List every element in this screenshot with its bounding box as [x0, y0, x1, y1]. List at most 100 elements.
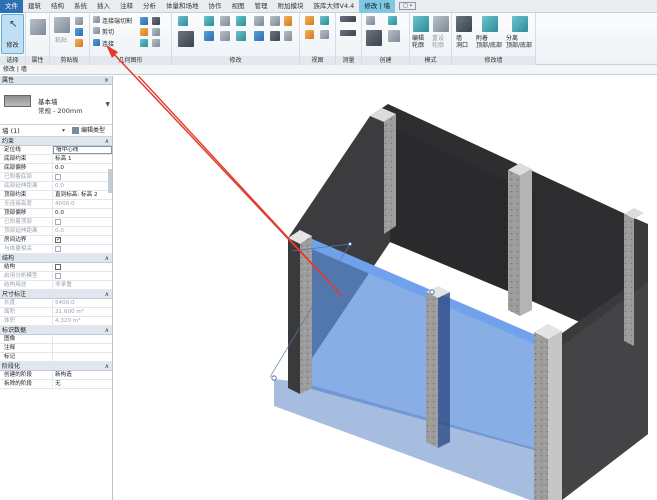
modify-button[interactable]: ↖ 修改	[1, 14, 24, 54]
mirror-axis-icon[interactable]	[220, 16, 230, 26]
copy-element-icon[interactable]	[204, 31, 214, 41]
column-back-right[interactable]	[624, 214, 634, 346]
cope-icon[interactable]	[93, 16, 100, 23]
instance-filter[interactable]: 墙 (1) ▾ 编辑类型	[0, 125, 112, 137]
property-value[interactable]: 新构造	[53, 371, 112, 379]
checkbox[interactable]	[55, 263, 61, 270]
menu-tab-4[interactable]: 插入	[92, 0, 115, 13]
override-graphics-icon[interactable]	[320, 16, 329, 25]
group-header[interactable]: 约束 ∧	[0, 137, 112, 146]
property-value[interactable]: 无	[53, 380, 112, 388]
instance-dropdown-icon[interactable]: ▾	[62, 125, 65, 137]
offset-icon[interactable]	[204, 16, 214, 26]
column-front-mid[interactable]	[426, 292, 438, 448]
menu-tab-6[interactable]: 分析	[138, 0, 161, 13]
group-header[interactable]: 阶段化 ∧	[0, 362, 112, 371]
ribbon-toggle-icon[interactable]: □ •	[399, 2, 417, 10]
join-geometry-icon[interactable]	[93, 39, 100, 46]
menu-tab-13[interactable]: 修改 | 墙	[359, 0, 396, 13]
menu-tab-11[interactable]: 附加模块	[273, 0, 309, 13]
property-value[interactable]: 直到标高: 标高 2	[53, 191, 112, 199]
group-header[interactable]: 结构 ∧	[0, 254, 112, 263]
create-similar-icon[interactable]	[388, 30, 400, 42]
create-group-icon[interactable]	[388, 16, 397, 25]
property-value[interactable]: 0.0	[53, 209, 112, 217]
property-value[interactable]	[53, 236, 112, 244]
join-label[interactable]: 连接	[102, 39, 114, 48]
attach-label[interactable]: 附着 顶部/底部	[476, 35, 502, 49]
collapse-icon[interactable]: ∧	[105, 290, 109, 299]
detach-icon[interactable]	[512, 16, 528, 32]
pin-icon[interactable]	[270, 31, 280, 41]
measure-icon[interactable]	[340, 16, 356, 22]
menu-tab-9[interactable]: 视图	[227, 0, 250, 13]
collapse-icon[interactable]: ∧	[105, 326, 109, 335]
edit-type-button[interactable]: 编辑类型	[72, 125, 105, 137]
column-back-left[interactable]	[384, 114, 396, 234]
hammer-icon[interactable]	[152, 39, 160, 47]
property-value[interactable]: 标高 1	[53, 155, 112, 163]
attach-icon[interactable]	[482, 16, 498, 32]
copy-icon[interactable]	[75, 28, 83, 36]
lightbulb-icon[interactable]	[305, 16, 314, 25]
property-value[interactable]	[53, 353, 112, 361]
group-header[interactable]: 标识数据 ∧	[0, 326, 112, 335]
property-value[interactable]	[53, 263, 112, 271]
detach-label[interactable]: 分离 顶部/底部	[506, 35, 532, 49]
menu-tab-10[interactable]: 管理	[250, 0, 273, 13]
menu-tab-8[interactable]: 协作	[204, 0, 227, 13]
paint-icon[interactable]	[140, 28, 148, 36]
split-face-icon[interactable]	[140, 17, 148, 25]
move-icon[interactable]	[178, 31, 194, 47]
create-assembly-icon[interactable]	[366, 16, 375, 25]
delete-icon[interactable]	[284, 31, 292, 41]
edit-profile-icon[interactable]	[413, 16, 429, 32]
create-parts-icon[interactable]	[366, 30, 382, 46]
reset-profile-label[interactable]: 重设 轮廓	[432, 35, 444, 49]
match-type-icon[interactable]	[75, 39, 83, 47]
menu-tab-1[interactable]: 建筑	[23, 0, 46, 13]
collapse-icon[interactable]: ∧	[105, 362, 109, 371]
menu-tab-3[interactable]: 系统	[69, 0, 92, 13]
group-header[interactable]: 尺寸标注 ∧	[0, 290, 112, 299]
edit-profile-label[interactable]: 编辑 轮廓	[412, 35, 424, 49]
remove-paint-icon[interactable]	[140, 39, 148, 47]
properties-icon[interactable]	[30, 19, 46, 35]
wall-opening-label[interactable]: 墙 洞口	[456, 35, 468, 49]
align-icon[interactable]	[178, 16, 188, 26]
demolish-icon[interactable]	[152, 28, 160, 36]
column-front-right[interactable]	[534, 332, 548, 500]
chevron-down-icon[interactable]: ▼	[105, 101, 110, 108]
menu-tab-0[interactable]: 文件	[0, 0, 23, 13]
type-selector[interactable]: 基本墙 常规 - 200mm ▼	[0, 85, 112, 125]
collapse-icon[interactable]: ∧	[105, 137, 109, 146]
split-icon[interactable]	[254, 16, 264, 26]
rotate-icon[interactable]	[220, 31, 230, 41]
cut-clip-icon[interactable]	[75, 17, 83, 25]
reset-profile-icon[interactable]	[433, 16, 449, 32]
3d-model-view[interactable]	[114, 76, 657, 500]
linework-icon[interactable]	[320, 30, 329, 39]
paste-icon[interactable]	[54, 17, 70, 33]
unpin-icon[interactable]	[284, 16, 292, 26]
property-value[interactable]: 0.0	[53, 164, 112, 172]
dimension-icon[interactable]	[340, 30, 356, 36]
column-back-mid[interactable]	[508, 170, 520, 316]
properties-scrollbar[interactable]	[108, 169, 112, 193]
wall-joins-icon[interactable]	[152, 17, 160, 25]
join-cut-label[interactable]: 连接端切割	[102, 16, 132, 25]
drag-handle-right[interactable]	[429, 289, 435, 295]
hide-element-icon[interactable]	[305, 30, 314, 39]
model-view-canvas[interactable]	[114, 76, 657, 500]
trim-icon[interactable]	[236, 31, 246, 41]
cut-label[interactable]: 剪切	[102, 27, 114, 36]
checkbox[interactable]	[55, 236, 61, 244]
scale-icon[interactable]	[270, 16, 280, 26]
menu-tab-12[interactable]: 族库大师V4.4	[309, 0, 360, 13]
drag-handle-top[interactable]	[348, 242, 352, 246]
column-front-left[interactable]	[288, 238, 300, 394]
property-value[interactable]: 墙中心线	[53, 146, 112, 154]
property-value[interactable]	[53, 335, 112, 343]
menu-tab-7[interactable]: 体量和场地	[161, 0, 204, 13]
menu-tab-2[interactable]: 结构	[46, 0, 69, 13]
